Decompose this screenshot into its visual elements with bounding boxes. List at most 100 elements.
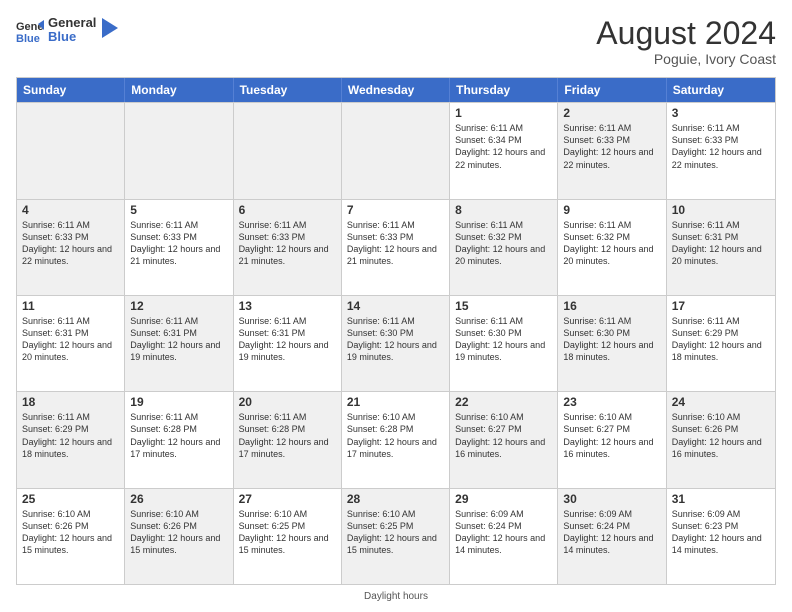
col-header-tuesday: Tuesday bbox=[234, 78, 342, 102]
header: General Blue General Blue August 2024 Po… bbox=[16, 16, 776, 67]
col-header-wednesday: Wednesday bbox=[342, 78, 450, 102]
day-number: 28 bbox=[347, 492, 444, 506]
empty-cell bbox=[17, 103, 125, 198]
week-row-3: 11Sunrise: 6:11 AM Sunset: 6:31 PM Dayli… bbox=[17, 295, 775, 391]
day-cell-21: 21Sunrise: 6:10 AM Sunset: 6:28 PM Dayli… bbox=[342, 392, 450, 487]
day-info: Sunrise: 6:11 AM Sunset: 6:31 PM Dayligh… bbox=[22, 315, 119, 364]
day-info: Sunrise: 6:11 AM Sunset: 6:30 PM Dayligh… bbox=[563, 315, 660, 364]
day-cell-15: 15 Sunrise: 6:11 AM Sunset: 6:30 PM Dayli… bbox=[450, 296, 558, 391]
svg-text:General: General bbox=[16, 21, 44, 33]
day-info: Sunrise: 6:09 AM Sunset: 6:24 PM Dayligh… bbox=[455, 508, 552, 557]
day-info: Sunrise: 6:11 AM Sunset: 6:29 PM Dayligh… bbox=[672, 315, 770, 364]
day-info: Sunrise: 6:10 AM Sunset: 6:26 PM Dayligh… bbox=[672, 411, 770, 460]
day-cell-5: 5Sunrise: 6:11 AM Sunset: 6:33 PM Daylig… bbox=[125, 200, 233, 295]
day-info: Sunrise: 6:11 AM Sunset: 6:33 PM Dayligh… bbox=[22, 219, 119, 268]
day-cell-22: 22Sunrise: 6:10 AM Sunset: 6:27 PM Dayli… bbox=[450, 392, 558, 487]
day-cell-27: 27 Sunrise: 6:10 AM Sunset: 6:25 PM Dayli… bbox=[234, 489, 342, 584]
day-number: 15 bbox=[455, 299, 552, 313]
logo-general: General bbox=[48, 16, 96, 30]
day-cell-20: 20 Sunrise: 6:11 AM Sunset: 6:28 PM Dayli… bbox=[234, 392, 342, 487]
day-info: Sunrise: 6:11 AM Sunset: 6:32 PM Dayligh… bbox=[455, 219, 552, 268]
calendar: SundayMondayTuesdayWednesdayThursdayFrid… bbox=[16, 77, 776, 585]
day-number: 3 bbox=[672, 106, 770, 120]
day-number: 27 bbox=[239, 492, 336, 506]
col-header-friday: Friday bbox=[558, 78, 666, 102]
week-row-5: 25 Sunrise: 6:10 AM Sunset: 6:26 PM Dayli… bbox=[17, 488, 775, 584]
day-info: Sunrise: 6:10 AM Sunset: 6:27 PM Dayligh… bbox=[455, 411, 552, 460]
day-info: Sunrise: 6:09 AM Sunset: 6:24 PM Dayligh… bbox=[563, 508, 660, 557]
day-number: 2 bbox=[563, 106, 660, 120]
location-subtitle: Poguie, Ivory Coast bbox=[596, 51, 776, 67]
day-cell-24: 24 Sunrise: 6:10 AM Sunset: 6:26 PM Dayli… bbox=[667, 392, 775, 487]
day-cell-26: 26Sunrise: 6:10 AM Sunset: 6:26 PM Dayli… bbox=[125, 489, 233, 584]
day-cell-30: 30Sunrise: 6:09 AM Sunset: 6:24 PM Dayli… bbox=[558, 489, 666, 584]
title-area: August 2024 Poguie, Ivory Coast bbox=[596, 16, 776, 67]
day-info: Sunrise: 6:10 AM Sunset: 6:26 PM Dayligh… bbox=[130, 508, 227, 557]
day-number: 29 bbox=[455, 492, 552, 506]
day-cell-25: 25 Sunrise: 6:10 AM Sunset: 6:26 PM Dayli… bbox=[17, 489, 125, 584]
logo-arrow-icon bbox=[102, 18, 118, 38]
day-number: 8 bbox=[455, 203, 552, 217]
week-row-1: 1Sunrise: 6:11 AM Sunset: 6:34 PM Daylig… bbox=[17, 102, 775, 198]
calendar-header: SundayMondayTuesdayWednesdayThursdayFrid… bbox=[17, 78, 775, 102]
day-cell-9: 9Sunrise: 6:11 AM Sunset: 6:32 PM Daylig… bbox=[558, 200, 666, 295]
day-info: Sunrise: 6:11 AM Sunset: 6:33 PM Dayligh… bbox=[347, 219, 444, 268]
col-header-sunday: Sunday bbox=[17, 78, 125, 102]
day-cell-1: 1Sunrise: 6:11 AM Sunset: 6:34 PM Daylig… bbox=[450, 103, 558, 198]
day-number: 12 bbox=[130, 299, 227, 313]
day-number: 10 bbox=[672, 203, 770, 217]
day-number: 16 bbox=[563, 299, 660, 313]
day-cell-16: 16 Sunrise: 6:11 AM Sunset: 6:30 PM Dayli… bbox=[558, 296, 666, 391]
day-cell-31: 31Sunrise: 6:09 AM Sunset: 6:23 PM Dayli… bbox=[667, 489, 775, 584]
day-info: Sunrise: 6:09 AM Sunset: 6:23 PM Dayligh… bbox=[672, 508, 770, 557]
day-number: 19 bbox=[130, 395, 227, 409]
day-number: 5 bbox=[130, 203, 227, 217]
day-number: 18 bbox=[22, 395, 119, 409]
day-info: Sunrise: 6:11 AM Sunset: 6:30 PM Dayligh… bbox=[455, 315, 552, 364]
day-number: 23 bbox=[563, 395, 660, 409]
day-info: Sunrise: 6:11 AM Sunset: 6:31 PM Dayligh… bbox=[130, 315, 227, 364]
footer-text: Daylight hours bbox=[364, 591, 428, 602]
svg-text:Blue: Blue bbox=[16, 33, 40, 44]
day-cell-28: 28 Sunrise: 6:10 AM Sunset: 6:25 PM Dayli… bbox=[342, 489, 450, 584]
empty-cell bbox=[342, 103, 450, 198]
day-info: Sunrise: 6:11 AM Sunset: 6:33 PM Dayligh… bbox=[563, 122, 660, 171]
day-info: Sunrise: 6:10 AM Sunset: 6:25 PM Dayligh… bbox=[239, 508, 336, 557]
day-cell-4: 4 Sunrise: 6:11 AM Sunset: 6:33 PM Daylig… bbox=[17, 200, 125, 295]
logo: General Blue General Blue bbox=[16, 16, 118, 45]
day-info: Sunrise: 6:10 AM Sunset: 6:26 PM Dayligh… bbox=[22, 508, 119, 557]
day-cell-6: 6 Sunrise: 6:11 AM Sunset: 6:33 PM Daylig… bbox=[234, 200, 342, 295]
page: General Blue General Blue August 2024 Po… bbox=[0, 0, 792, 612]
day-cell-29: 29 Sunrise: 6:09 AM Sunset: 6:24 PM Dayli… bbox=[450, 489, 558, 584]
day-cell-3: 3Sunrise: 6:11 AM Sunset: 6:33 PM Daylig… bbox=[667, 103, 775, 198]
empty-cell bbox=[125, 103, 233, 198]
day-cell-13: 13 Sunrise: 6:11 AM Sunset: 6:31 PM Dayli… bbox=[234, 296, 342, 391]
logo-icon: General Blue bbox=[16, 16, 44, 44]
day-info: Sunrise: 6:11 AM Sunset: 6:29 PM Dayligh… bbox=[22, 411, 119, 460]
day-info: Sunrise: 6:11 AM Sunset: 6:31 PM Dayligh… bbox=[239, 315, 336, 364]
day-info: Sunrise: 6:11 AM Sunset: 6:28 PM Dayligh… bbox=[130, 411, 227, 460]
day-cell-2: 2 Sunrise: 6:11 AM Sunset: 6:33 PM Daylig… bbox=[558, 103, 666, 198]
day-info: Sunrise: 6:10 AM Sunset: 6:25 PM Dayligh… bbox=[347, 508, 444, 557]
calendar-body: 1Sunrise: 6:11 AM Sunset: 6:34 PM Daylig… bbox=[17, 102, 775, 584]
day-info: Sunrise: 6:10 AM Sunset: 6:27 PM Dayligh… bbox=[563, 411, 660, 460]
day-number: 13 bbox=[239, 299, 336, 313]
day-cell-12: 12 Sunrise: 6:11 AM Sunset: 6:31 PM Dayli… bbox=[125, 296, 233, 391]
day-info: Sunrise: 6:11 AM Sunset: 6:31 PM Dayligh… bbox=[672, 219, 770, 268]
logo-blue: Blue bbox=[48, 30, 96, 44]
day-number: 14 bbox=[347, 299, 444, 313]
day-number: 17 bbox=[672, 299, 770, 313]
day-number: 24 bbox=[672, 395, 770, 409]
week-row-2: 4 Sunrise: 6:11 AM Sunset: 6:33 PM Daylig… bbox=[17, 199, 775, 295]
day-number: 25 bbox=[22, 492, 119, 506]
day-number: 20 bbox=[239, 395, 336, 409]
day-cell-8: 8 Sunrise: 6:11 AM Sunset: 6:32 PM Daylig… bbox=[450, 200, 558, 295]
footer: Daylight hours bbox=[16, 591, 776, 602]
day-info: Sunrise: 6:11 AM Sunset: 6:28 PM Dayligh… bbox=[239, 411, 336, 460]
day-number: 6 bbox=[239, 203, 336, 217]
day-info: Sunrise: 6:11 AM Sunset: 6:33 PM Dayligh… bbox=[239, 219, 336, 268]
col-header-thursday: Thursday bbox=[450, 78, 558, 102]
day-cell-11: 11Sunrise: 6:11 AM Sunset: 6:31 PM Dayli… bbox=[17, 296, 125, 391]
day-number: 4 bbox=[22, 203, 119, 217]
day-cell-10: 10 Sunrise: 6:11 AM Sunset: 6:31 PM Dayli… bbox=[667, 200, 775, 295]
